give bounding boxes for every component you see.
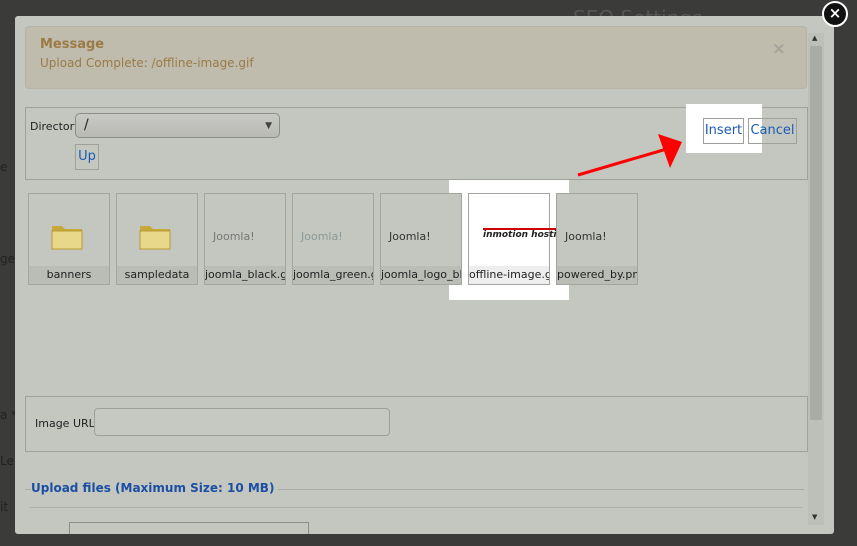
scroll-up-icon[interactable]: ▲: [812, 34, 817, 42]
file-name: joomla_logo_black.gif: [381, 266, 461, 284]
folder-icon: [139, 226, 171, 250]
file-item-image[interactable]: inmotion hosting offline-image.gif: [468, 193, 570, 285]
file-name: joomla_black.gif: [205, 266, 285, 284]
scroll-down-icon[interactable]: ▼: [812, 513, 817, 521]
background-text: ge: [0, 252, 15, 266]
insert-button[interactable]: Insert: [703, 118, 744, 144]
folder-icon: [51, 226, 83, 250]
up-button[interactable]: Up: [75, 144, 99, 170]
joomla-logo-thumbnail: Joomla!: [213, 230, 255, 243]
divider: [30, 507, 802, 508]
background-text: it: [0, 500, 9, 514]
file-item-image[interactable]: Joomla! powered_by.png: [556, 193, 638, 285]
file-name: banners: [29, 266, 109, 284]
joomla-logo-thumbnail: Joomla!: [565, 230, 607, 243]
message-box: Message Upload Complete: /offline-image.…: [25, 26, 807, 89]
upload-heading: Upload files (Maximum Size: 10 MB): [31, 481, 279, 495]
file-input[interactable]: [69, 522, 309, 534]
close-message-icon[interactable]: ×: [772, 39, 786, 59]
close-modal-icon[interactable]: ×: [822, 1, 848, 27]
message-title: Message: [40, 37, 105, 52]
joomla-logo-thumbnail: Joomla!: [389, 230, 431, 243]
file-item-image[interactable]: Joomla! joomla_logo_black.gif: [380, 193, 462, 285]
file-item-folder[interactable]: sampledata: [116, 193, 198, 285]
message-text: Upload Complete: /offline-image.gif: [40, 56, 254, 70]
chevron-down-icon: ▼: [265, 121, 272, 131]
file-name: sampledata: [117, 266, 197, 284]
background-text: e: [0, 160, 8, 174]
image-url-label: Image URL: [35, 417, 95, 430]
red-arrow-annotation: [577, 134, 682, 177]
directory-value: /: [84, 117, 89, 133]
background-text: Le: [0, 454, 14, 468]
file-item-image[interactable]: Joomla! joomla_black.gif: [204, 193, 286, 285]
image-url-input[interactable]: [94, 408, 390, 436]
cancel-button[interactable]: Cancel: [748, 118, 797, 144]
directory-label: Directory: [30, 120, 81, 133]
file-name: offline-image.gif: [469, 266, 549, 284]
file-name: powered_by.png: [557, 266, 637, 284]
file-item-image[interactable]: Joomla! joomla_green.gif: [292, 193, 374, 285]
directory-select[interactable]: / ▼: [75, 113, 280, 138]
joomla-logo-thumbnail: Joomla!: [301, 230, 343, 243]
scrollbar-thumb[interactable]: [810, 46, 822, 420]
file-item-folder[interactable]: banners: [28, 193, 110, 285]
file-name: joomla_green.gif: [293, 266, 373, 284]
